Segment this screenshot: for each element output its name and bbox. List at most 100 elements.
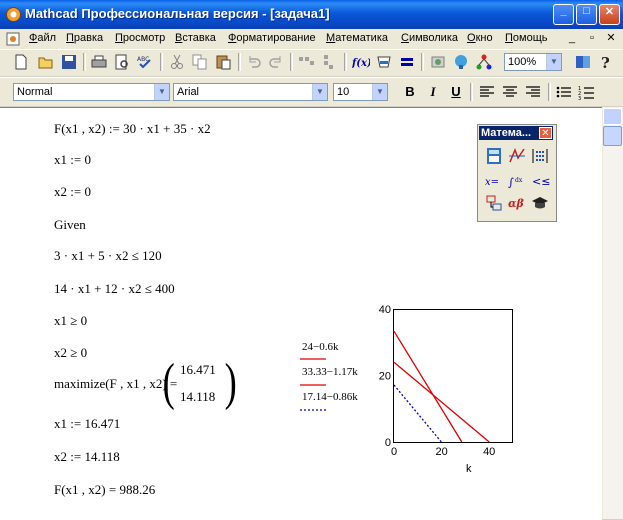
toolbar-separator	[344, 53, 347, 71]
toolbar-separator	[470, 83, 473, 101]
cut-icon[interactable]	[168, 53, 186, 71]
insert-unit-icon[interactable]	[375, 53, 393, 71]
print-icon[interactable]	[90, 53, 108, 71]
window-title: Mathcad Профессиональная версия - [задач…	[25, 6, 330, 21]
menu-help[interactable]: Помощь	[505, 32, 548, 44]
insert-function-icon[interactable]: f(x)	[352, 53, 370, 71]
menu-view[interactable]: Просмотр	[115, 32, 165, 44]
print-preview-icon[interactable]	[113, 53, 131, 71]
help-icon[interactable]: ?	[597, 53, 615, 71]
chevron-down-icon[interactable]: ▼	[312, 84, 327, 100]
x1-initial[interactable]: x1 := 0	[54, 152, 91, 168]
calculate-icon[interactable]	[398, 53, 416, 71]
symbolic-keyword-icon[interactable]	[530, 194, 550, 212]
document-icon[interactable]	[6, 32, 20, 46]
zoom-select[interactable]: 100% ▼	[504, 53, 562, 71]
scroll-up-button[interactable]	[603, 108, 622, 125]
align-down-icon[interactable]	[320, 53, 338, 71]
redo-icon[interactable]	[267, 53, 285, 71]
mathcad-app-icon[interactable]	[5, 6, 22, 23]
svg-text:<≤: <≤	[532, 175, 550, 188]
style-select[interactable]: Normal ▼	[13, 83, 170, 101]
resource-center-icon[interactable]	[574, 53, 592, 71]
constraint-3[interactable]: x1 ≥ 0	[54, 313, 87, 329]
copy-icon[interactable]	[191, 53, 209, 71]
palette-close-button[interactable]: ✕	[539, 127, 552, 139]
constraint-1[interactable]: 3 · x1 + 5 · x2 ≤ 120	[54, 248, 162, 264]
menu-format[interactable]: Форматирование	[228, 32, 316, 44]
svg-text:dx: dx	[515, 177, 523, 184]
toolbar-separator	[238, 53, 241, 71]
spell-check-icon[interactable]: ABC	[136, 53, 154, 71]
svg-text:?: ?	[601, 54, 610, 71]
toolbar-separator	[160, 53, 163, 71]
greek-icon[interactable]: αβ	[507, 194, 527, 212]
toolbar-separator	[548, 83, 551, 101]
legend-swatch-series-2	[300, 384, 326, 386]
calculator-icon[interactable]	[484, 147, 504, 165]
matrix-icon[interactable]	[530, 147, 550, 165]
x1-result[interactable]: x1 := 16.471	[54, 416, 120, 432]
scroll-thumb[interactable]	[603, 126, 622, 146]
matrix-value-x1: 16.471	[180, 362, 216, 377]
menu-window[interactable]: Окно	[467, 32, 493, 44]
legend-label-series-3: 17.14−0.86k	[302, 391, 358, 403]
numbered-list-icon[interactable]: 123	[578, 83, 596, 101]
boolean-icon[interactable]: <≤	[530, 172, 550, 190]
save-icon[interactable]	[60, 53, 78, 71]
svg-text:∫: ∫	[508, 176, 514, 189]
bullet-list-icon[interactable]	[555, 83, 573, 101]
insert-hyperlink-icon[interactable]	[429, 53, 447, 71]
minimize-button[interactable]: _	[553, 4, 574, 25]
given-keyword[interactable]: Given	[54, 217, 86, 233]
paste-icon[interactable]	[214, 53, 232, 71]
constraint-4[interactable]: x2 ≥ 0	[54, 345, 87, 361]
programming-icon[interactable]	[484, 194, 504, 212]
evaluation-icon[interactable]: x=	[484, 172, 504, 190]
undo-icon[interactable]	[245, 53, 263, 71]
menu-file[interactable]: Файл	[29, 32, 56, 44]
maximize-button[interactable]: □	[576, 4, 597, 25]
doc-restore-button[interactable]: ▫	[584, 31, 600, 46]
menu-insert[interactable]: Вставка	[175, 32, 216, 44]
objective-value[interactable]: F(x1 , x2) = 988.26	[54, 482, 155, 498]
x2-initial[interactable]: x2 := 0	[54, 184, 91, 200]
menu-math[interactable]: Математика	[326, 32, 388, 44]
font-size-value: 10	[337, 86, 350, 98]
font-select[interactable]: Arial ▼	[173, 83, 328, 101]
x2-result[interactable]: x2 := 14.118	[54, 449, 120, 465]
doc-close-button[interactable]: ✕	[603, 31, 619, 46]
doc-minimize-button[interactable]: _	[564, 31, 580, 46]
run-script-icon[interactable]	[475, 53, 493, 71]
constraint-2[interactable]: 14 · x1 + 12 · x2 ≤ 400	[54, 281, 175, 297]
calculus-icon[interactable]: ∫ dx	[507, 172, 527, 190]
bold-button[interactable]: B	[400, 82, 420, 102]
align-left-icon[interactable]	[478, 83, 496, 101]
underline-button[interactable]: U	[446, 82, 466, 102]
svg-text:αβ: αβ	[508, 197, 524, 210]
vertical-scrollbar[interactable]	[602, 107, 623, 519]
open-folder-icon[interactable]	[37, 53, 55, 71]
align-right-icon[interactable]	[524, 83, 542, 101]
y-tick-label: 40	[379, 304, 391, 316]
menu-symbolics[interactable]: Символика	[401, 32, 458, 44]
menu-edit[interactable]: Правка	[66, 32, 103, 44]
zoom-value: 100%	[508, 56, 537, 68]
chevron-down-icon[interactable]: ▼	[372, 84, 387, 100]
align-across-icon[interactable]	[297, 53, 315, 71]
component-wizard-icon[interactable]	[452, 53, 470, 71]
style-value: Normal	[17, 86, 53, 98]
toolbar-separator	[290, 53, 293, 71]
function-definition[interactable]: F(x1 , x2) := 30 · x1 + 35 · x2	[54, 121, 211, 137]
chevron-down-icon[interactable]: ▼	[546, 54, 561, 70]
legend-swatch-series-3	[300, 409, 326, 411]
align-center-icon[interactable]	[501, 83, 519, 101]
italic-button[interactable]: I	[423, 82, 443, 102]
maximize-call[interactable]: maximize(F , x1 , x2) =	[54, 376, 177, 392]
close-button[interactable]: ✕	[599, 4, 620, 25]
font-size-select[interactable]: 10 ▼	[333, 83, 388, 101]
new-document-icon[interactable]	[12, 53, 30, 71]
toolbar-separator	[421, 53, 424, 71]
graph-icon[interactable]	[507, 147, 527, 165]
chevron-down-icon[interactable]: ▼	[154, 84, 169, 100]
